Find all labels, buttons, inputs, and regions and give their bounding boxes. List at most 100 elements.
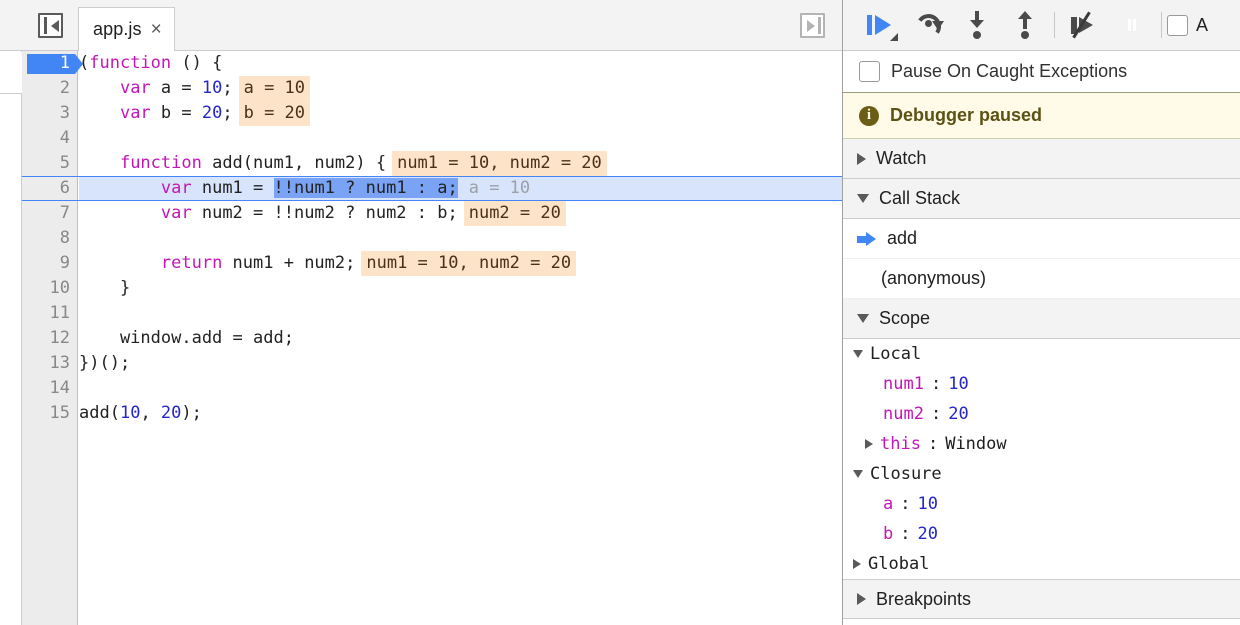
scope-property[interactable]: b:20 [843, 519, 1240, 549]
close-icon[interactable]: × [151, 20, 162, 39]
code-row[interactable]: } [79, 276, 842, 301]
code-row[interactable] [79, 226, 842, 251]
code-row[interactable]: function add(num1, num2) {num1 = 10, num… [79, 151, 842, 176]
devtools-sources-panel: app.js × 1 2 3 4 5 6 7 8 9 10 11 12 13 14 15 (function… [0, 0, 1240, 625]
code-row[interactable]: return num1 + num2; num1 = 10, num2 = 20 [79, 251, 842, 276]
code-line-text: })(); [79, 353, 131, 373]
code-row[interactable]: var num2 = !!num2 ? num2 : b; num2 = 20 [79, 201, 842, 226]
code-line-text: var b = 20; b = 20 [79, 101, 842, 126]
inline-value-hint: a = 10 [238, 76, 311, 101]
line-number[interactable]: 9 [22, 251, 70, 276]
tab-app-js[interactable]: app.js × [78, 7, 175, 51]
scope-property-name: a [883, 494, 894, 514]
deactivate-breakpoints-icon [1069, 11, 1099, 39]
line-number[interactable]: 13 [22, 351, 70, 376]
scope-property-separator: : [930, 374, 942, 394]
chevron-right-icon [857, 152, 866, 165]
scope-property[interactable]: a:10 [843, 489, 1240, 519]
code-row[interactable]: (function () { [79, 51, 842, 76]
show-navigator-button[interactable] [22, 0, 78, 50]
code-row[interactable]: window.add = add; [79, 326, 842, 351]
editor-pane: app.js × 1 2 3 4 5 6 7 8 9 10 11 12 13 14 15 (function… [22, 0, 843, 625]
code-line-text: function add(num1, num2) {num1 = 10, num… [79, 151, 842, 176]
show-debugger-icon [799, 13, 825, 38]
scope-property-value: Window [945, 434, 1007, 454]
scope-property[interactable]: this: Window [843, 429, 1240, 459]
debugger-sidebar: A Pause On Caught Exceptions i Debugger … [843, 0, 1240, 625]
line-number[interactable]: 11 [22, 301, 70, 326]
call-stack-frame-name: add [887, 228, 918, 248]
scope-group-name: Local [870, 344, 922, 364]
code-row[interactable] [79, 376, 842, 401]
pause-on-exceptions-icon [1119, 12, 1145, 38]
line-number[interactable]: 4 [22, 126, 70, 151]
code-line-text [79, 126, 842, 151]
code-line-text: var num2 = !!num2 ? num2 : b; num2 = 20 [79, 201, 842, 226]
scope-list: Local num1:10 num2:20 this: Window Closure a:1… [843, 339, 1240, 579]
chevron-down-icon [857, 194, 869, 203]
line-number[interactable]: 14 [22, 376, 70, 401]
pause-on-caught-exceptions-row[interactable]: Pause On Caught Exceptions [843, 51, 1240, 93]
step-over-button[interactable] [905, 0, 953, 51]
chevron-right-icon [853, 559, 861, 569]
code-editor[interactable]: 1 2 3 4 5 6 7 8 9 10 11 12 13 14 15 (function () { var… [22, 51, 842, 625]
code-line-text [79, 376, 842, 401]
code-line-text: (function () { [79, 53, 223, 73]
code-row[interactable]: var b = 20; b = 20 [79, 101, 842, 126]
scope-group[interactable]: Closure [843, 459, 1240, 489]
code-row[interactable]: var num1 = !!num1 ? num1 : a; a = 10 [22, 176, 842, 201]
show-navigator-icon [37, 12, 63, 38]
code-row[interactable] [79, 301, 842, 326]
debugger-paused-banner: i Debugger paused [843, 93, 1240, 139]
scope-group[interactable]: Global [843, 549, 1240, 579]
call-stack-frame-name: (anonymous) [881, 268, 987, 288]
async-checkbox[interactable] [1167, 14, 1188, 36]
toolbar-divider-2 [1161, 12, 1162, 38]
navigator-header-sliver [0, 0, 22, 51]
step-into-icon [966, 11, 988, 39]
scope-property[interactable]: num2:20 [843, 399, 1240, 429]
tab-label: app.js [93, 19, 142, 39]
line-number[interactable]: 12 [22, 326, 70, 351]
section-watch[interactable]: Watch [843, 139, 1240, 179]
chevron-down-icon [853, 470, 863, 478]
pause-on-exceptions-button[interactable] [1108, 0, 1156, 51]
line-number[interactable]: 7 [22, 201, 70, 226]
section-breakpoints[interactable]: Breakpoints [843, 579, 1240, 619]
inline-value-hint: b = 20 [238, 101, 311, 126]
line-number-gutter[interactable]: 1 2 3 4 5 6 7 8 9 10 11 12 13 14 15 [22, 51, 83, 625]
code-row[interactable]: })(); [79, 351, 842, 376]
line-number[interactable]: 10 [22, 276, 70, 301]
code-row[interactable]: var a = 10; a = 10 [79, 76, 842, 101]
inline-value-hint: num1 = 10, num2 = 20 [361, 251, 577, 276]
step-into-button[interactable] [953, 0, 1001, 51]
deactivate-breakpoints-button[interactable] [1060, 0, 1108, 51]
call-stack-frame[interactable]: add [843, 219, 1240, 259]
step-over-icon [914, 12, 944, 41]
step-out-button[interactable] [1001, 0, 1049, 51]
line-number[interactable]: 15 [22, 401, 70, 426]
code-row[interactable]: add(10, 20); [79, 401, 842, 426]
line-number[interactable]: 2 [22, 76, 70, 101]
line-number[interactable]: 1 [22, 51, 70, 76]
scope-property[interactable]: num1:10 [843, 369, 1240, 399]
line-number[interactable]: 3 [22, 101, 70, 126]
line-number[interactable]: 8 [22, 226, 70, 251]
scope-group-name: Global [868, 554, 930, 574]
resume-button[interactable] [857, 0, 905, 51]
pause-on-caught-checkbox[interactable] [859, 61, 880, 82]
call-stack-frame[interactable]: (anonymous) [843, 259, 1240, 299]
info-icon: i [859, 105, 879, 126]
line-number[interactable]: 5 [22, 151, 70, 176]
section-scope[interactable]: Scope [843, 299, 1240, 339]
scope-group[interactable]: Local [843, 339, 1240, 369]
chevron-right-icon [865, 439, 873, 449]
line-number[interactable]: 6 [22, 176, 70, 201]
code-row[interactable] [79, 126, 842, 151]
show-debugger-button[interactable] [782, 0, 842, 51]
step-out-icon [1014, 11, 1036, 39]
selected-frame-arrow-icon [857, 231, 877, 246]
section-call-stack[interactable]: Call Stack [843, 179, 1240, 219]
code-content[interactable]: (function () { var a = 10; a = 10 var b =… [22, 51, 842, 625]
code-line-text: return num1 + num2; num1 = 10, num2 = 20 [79, 251, 842, 276]
